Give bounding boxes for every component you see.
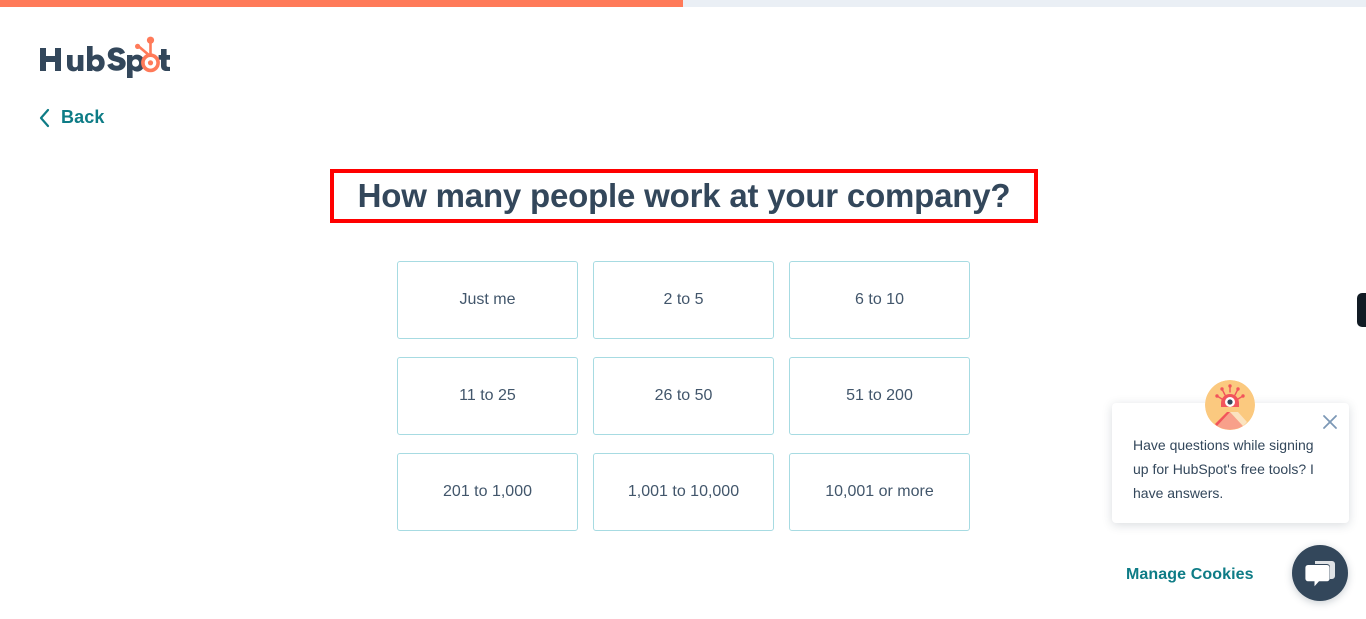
chat-launcher-button[interactable] [1292,545,1348,601]
company-size-option[interactable]: 201 to 1,000 [397,453,578,531]
hubspot-logo[interactable] [38,36,171,78]
signup-progress-bar [0,0,1366,7]
company-size-options: Just me 2 to 56 to 10 11 to 25 26 to 50 51 t… [397,261,970,531]
company-size-option[interactable]: 6 to 10 [789,261,970,339]
chat-bubbles-icon [1305,561,1335,587]
robot-avatar-icon [1205,380,1255,430]
page-title: How many people work at your company? [357,177,1011,214]
progress-bar-fill [0,0,683,7]
company-size-option[interactable]: 10,001 or more [789,453,970,531]
back-label: Back [61,107,105,127]
back-button[interactable]: Back [38,107,104,128]
company-size-option[interactable]: 51 to 200 [789,357,970,435]
side-panel-handle[interactable] [1357,293,1366,327]
company-size-option[interactable]: 11 to 25 [397,357,578,435]
company-size-option[interactable]: 26 to 50 [593,357,774,435]
chevron-left-icon [39,108,50,127]
company-size-option[interactable]: Just me [397,261,578,339]
chat-prompt-message: Have questions while signing up for HubS… [1133,437,1314,501]
company-size-option[interactable]: 1,001 to 10,000 [593,453,774,531]
page-title-annotation: How many people work at your company? [330,169,1038,223]
company-size-option[interactable]: 2 to 5 [593,261,774,339]
manage-cookies-link[interactable]: Manage Cookies [1126,566,1254,584]
close-icon[interactable] [1321,413,1339,431]
